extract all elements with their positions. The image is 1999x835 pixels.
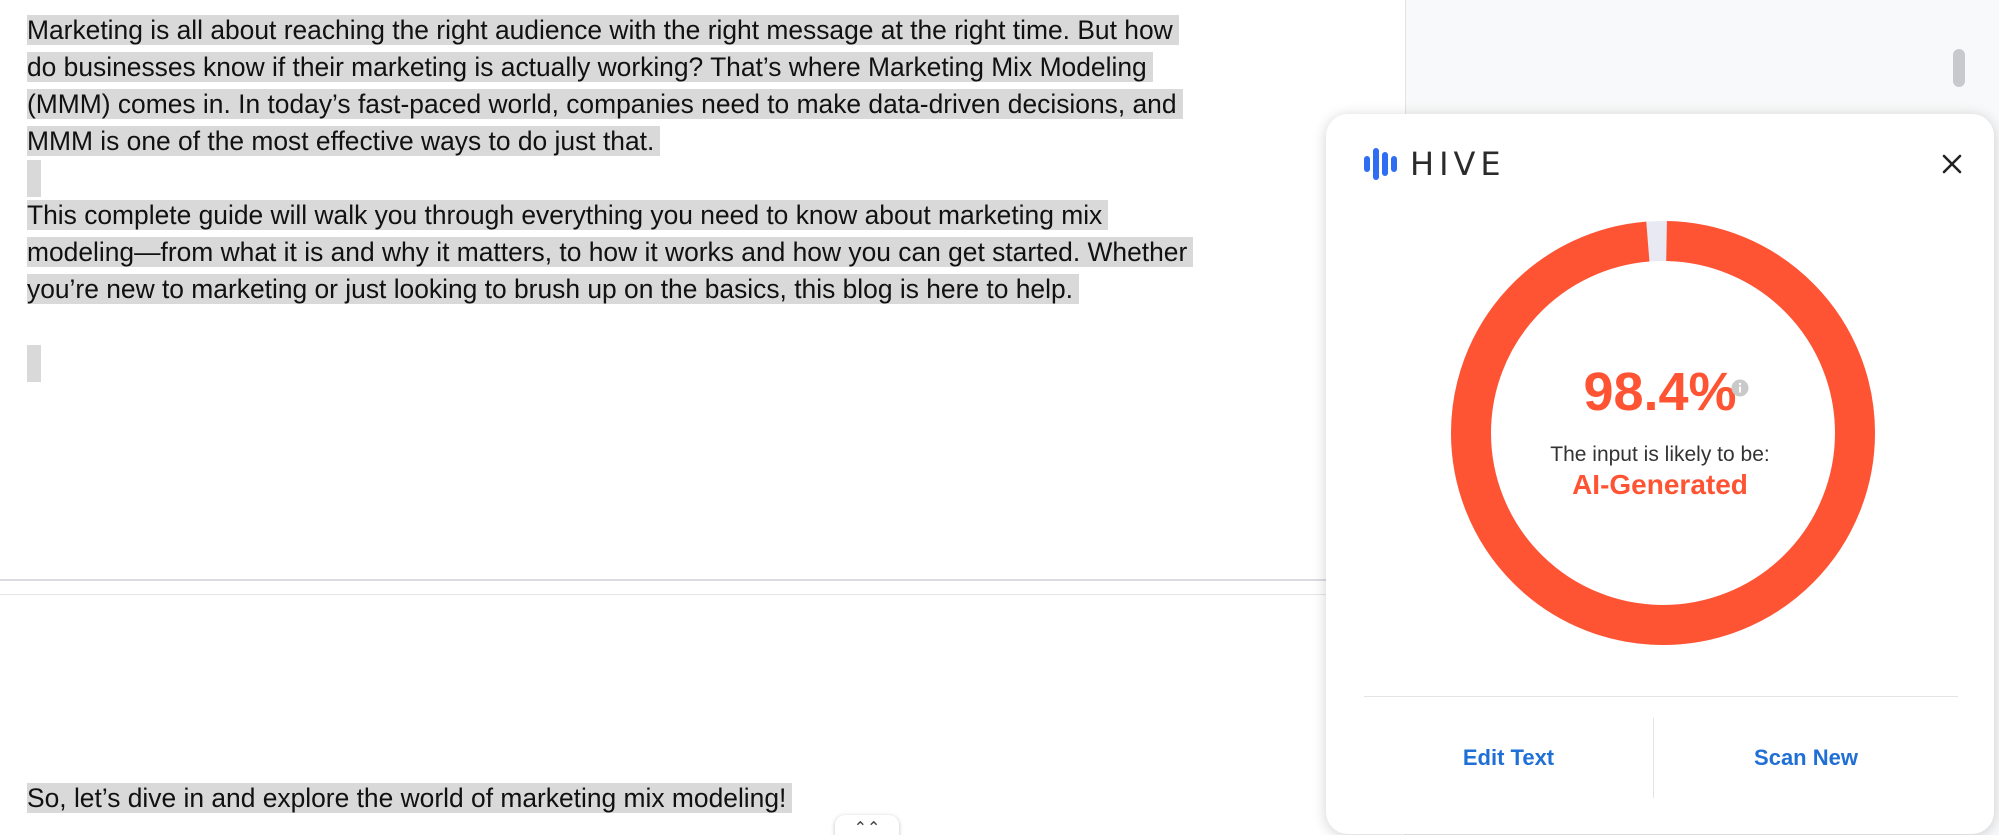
- hive-bars-icon: [1364, 148, 1397, 180]
- scrollbar-thumb[interactable]: [1953, 49, 1965, 87]
- paragraph-3-text: So, let’s dive in and explore the world …: [27, 783, 793, 813]
- empty-selected-line: [27, 345, 41, 382]
- paragraph-2[interactable]: This complete guide will walk you throug…: [27, 197, 1207, 308]
- page-break-line: [0, 579, 1327, 581]
- paragraph-3[interactable]: So, let’s dive in and explore the world …: [27, 780, 1227, 817]
- info-icon[interactable]: [1731, 379, 1749, 397]
- scan-new-button[interactable]: Scan New: [1654, 734, 1958, 782]
- empty-selected-line: [27, 160, 41, 197]
- page-break-line: [0, 594, 1327, 595]
- verdict-label: AI-Generated: [1572, 469, 1748, 500]
- donut-score-arc: [1451, 221, 1875, 645]
- edit-text-button[interactable]: Edit Text: [1364, 734, 1653, 782]
- paragraph-1-text: Marketing is all about reaching the righ…: [27, 15, 1183, 156]
- likely-label: The input is likely to be:: [1550, 443, 1770, 466]
- hive-panel: HIVE 98.4% The input is likely to be: AI…: [1326, 114, 1994, 834]
- document-canvas[interactable]: Marketing is all about reaching the righ…: [0, 0, 1405, 835]
- hive-wordmark: HIVE: [1410, 145, 1506, 183]
- score-donut-chart: [1451, 221, 1875, 645]
- paragraph-2-text: This complete guide will walk you throug…: [27, 200, 1194, 304]
- chevron-up-icon[interactable]: ⌃⌃: [835, 815, 899, 835]
- paragraph-1[interactable]: Marketing is all about reaching the righ…: [27, 12, 1207, 160]
- close-icon[interactable]: [1936, 148, 1968, 180]
- score-value: 98.4%: [1583, 362, 1737, 422]
- screen: Marketing is all about reaching the righ…: [0, 0, 1999, 835]
- hive-logo: HIVE: [1364, 144, 1506, 184]
- panel-divider: [1364, 696, 1958, 697]
